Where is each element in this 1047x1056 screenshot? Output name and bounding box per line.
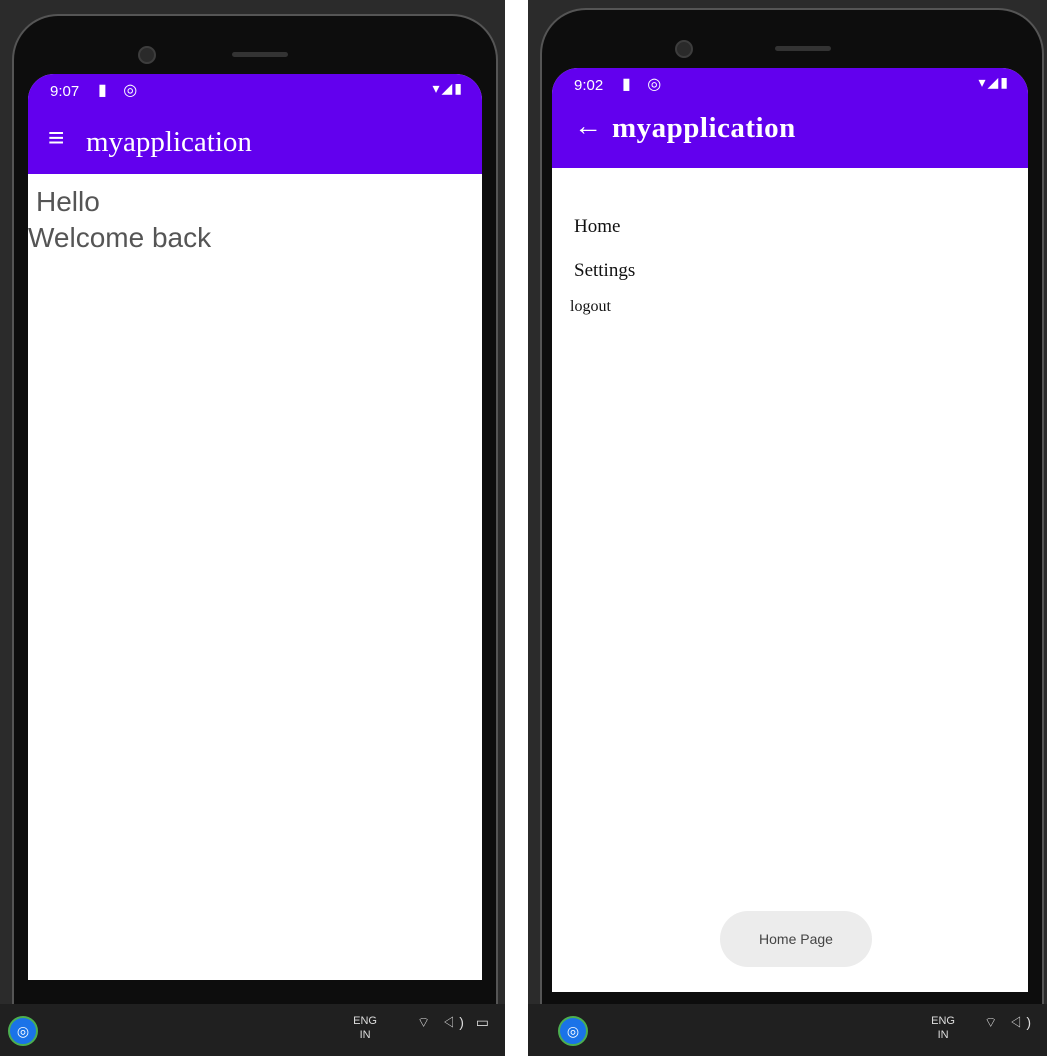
notification-icons: ▮ ◎	[98, 82, 144, 99]
status-bar: 9:02 ▮ ◎ ▾◢▮	[552, 68, 1028, 102]
notification-icons: ▮ ◎	[622, 76, 668, 93]
right-emulator-panel: 9:02 ▮ ◎ ▾◢▮ ← myapplication Home Settin…	[528, 0, 1047, 1056]
signal-battery-icons: ▾◢▮	[432, 80, 464, 96]
menu-item-home[interactable]: Home	[574, 216, 620, 238]
system-tray-icons[interactable]: ⌔ ◁)	[984, 1014, 1035, 1032]
windows-taskbar: ◎ ENG IN ⌔ ◁)	[528, 1004, 1047, 1056]
front-camera-icon	[138, 46, 156, 64]
emulator-app-icon[interactable]: ◎	[8, 1016, 38, 1046]
app-bar: ≡ myapplication	[28, 108, 482, 174]
status-time: 9:02	[574, 77, 604, 94]
lang-bottom: IN	[937, 1029, 949, 1041]
greeting-text: Hello	[36, 186, 100, 217]
phone-frame: 9:07 ▮ ◎ ▾◢▮ ≡ myapplication Hello Welco…	[12, 14, 498, 1021]
phone-frame: 9:02 ▮ ◎ ▾◢▮ ← myapplication Home Settin…	[540, 8, 1044, 1020]
panel-divider	[505, 0, 528, 1056]
lang-top: ENG	[353, 1015, 377, 1027]
welcome-text: Welcome back	[28, 222, 212, 253]
phone-screen: 9:02 ▮ ◎ ▾◢▮ ← myapplication Home Settin…	[552, 68, 1028, 992]
app-title: myapplication	[86, 126, 252, 158]
lang-bottom: IN	[359, 1029, 371, 1041]
back-arrow-icon[interactable]: ←	[574, 108, 602, 144]
language-indicator[interactable]: ENG IN	[931, 1014, 955, 1042]
toast-message: Home Page	[720, 911, 872, 967]
emulator-app-icon[interactable]: ◎	[558, 1016, 588, 1046]
menu-item-logout[interactable]: logout	[570, 298, 611, 316]
earpiece-speaker	[775, 46, 831, 51]
lang-top: ENG	[931, 1015, 955, 1027]
signal-battery-icons: ▾◢▮	[978, 74, 1010, 90]
earpiece-speaker	[232, 52, 288, 57]
windows-taskbar: ◎ ENG IN ⌔ ◁) ▭	[0, 1004, 505, 1056]
app-title: myapplication	[612, 112, 796, 144]
front-camera-icon	[675, 40, 693, 58]
status-bar: 9:07 ▮ ◎ ▾◢▮	[28, 74, 482, 108]
system-tray-icons[interactable]: ⌔ ◁) ▭	[417, 1014, 493, 1032]
menu-icon[interactable]: ≡	[48, 120, 64, 156]
status-time: 9:07	[50, 83, 80, 100]
app-bar: ← myapplication	[552, 102, 1028, 168]
phone-screen: 9:07 ▮ ◎ ▾◢▮ ≡ myapplication Hello Welco…	[28, 74, 482, 980]
left-emulator-panel: 9:07 ▮ ◎ ▾◢▮ ≡ myapplication Hello Welco…	[0, 0, 505, 1056]
menu-item-settings[interactable]: Settings	[574, 260, 635, 282]
language-indicator[interactable]: ENG IN	[353, 1014, 377, 1042]
system-nav-bar	[28, 980, 482, 1004]
